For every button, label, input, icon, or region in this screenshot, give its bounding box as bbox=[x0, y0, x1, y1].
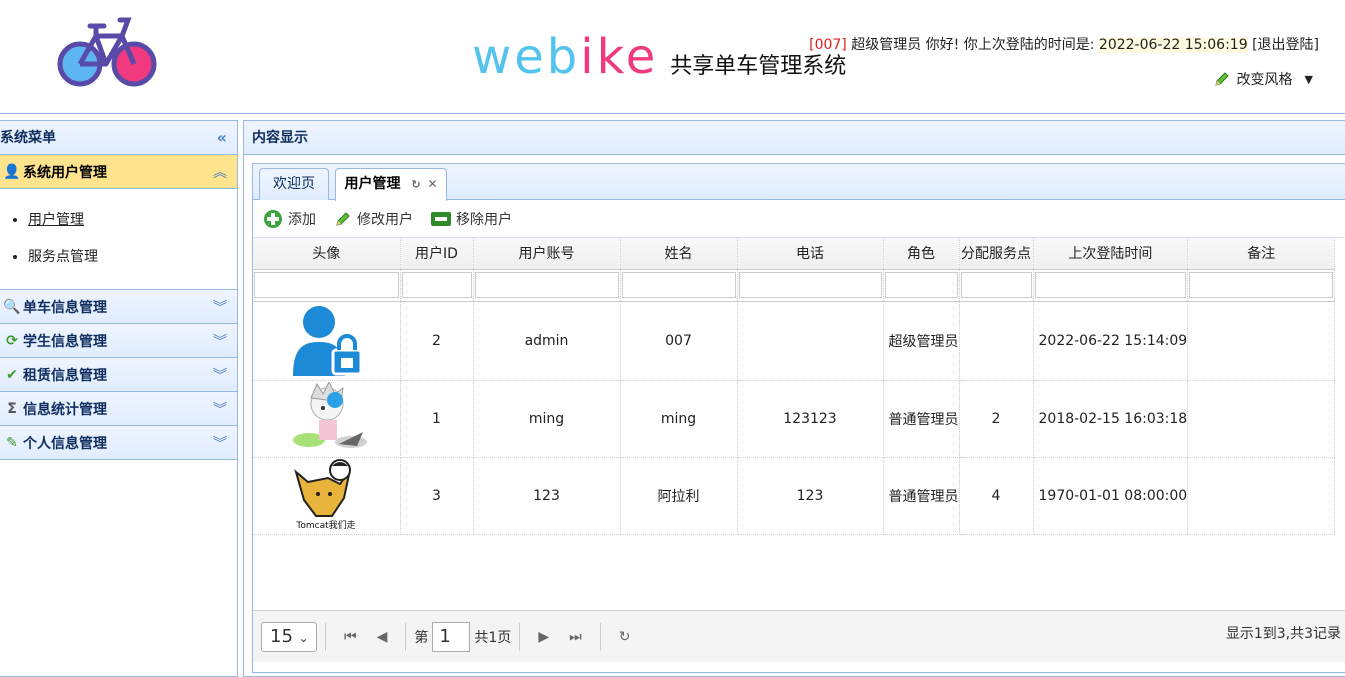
filter-name-input[interactable] bbox=[621, 272, 736, 298]
add-button[interactable]: 添加 bbox=[263, 209, 316, 229]
close-icon[interactable]: ✕ bbox=[427, 177, 437, 191]
filter-last-login-input[interactable] bbox=[1034, 272, 1187, 298]
toolbar: 添加 修改用户 移除用户 bbox=[253, 200, 1345, 238]
tabs-bar: 欢迎页 用户管理 ↻ ✕ bbox=[253, 164, 1345, 201]
sidebar-section-bike-info[interactable]: 🔍 单车信息管理 ︾ bbox=[0, 290, 237, 324]
first-page-icon[interactable]: ⏮ bbox=[344, 629, 357, 645]
sidebar-section-system-users[interactable]: 👤 系统用户管理 ︽ bbox=[0, 155, 237, 189]
content-title: 内容显示 bbox=[244, 121, 1345, 155]
edit-user-button[interactable]: 修改用户 bbox=[334, 209, 413, 229]
logout-link[interactable]: [退出登陆] bbox=[1252, 37, 1319, 53]
col-last-login[interactable]: 上次登陆时间 bbox=[1033, 238, 1189, 270]
tomcat-avatar: Tomcat我们走 bbox=[294, 458, 356, 531]
filter-row bbox=[253, 269, 1336, 302]
chevron-down-icon: ⌄ bbox=[298, 630, 309, 645]
col-name[interactable]: 姓名 bbox=[620, 238, 738, 270]
prev-page-icon[interactable]: ◀ bbox=[377, 629, 388, 645]
user-lock-avatar bbox=[293, 305, 363, 376]
last-login-time: 2022-06-22 15:06:19 bbox=[1098, 37, 1248, 53]
sigma-icon: Σ bbox=[7, 400, 17, 417]
page-prefix: 第 bbox=[414, 629, 429, 646]
sidebar-section-rental-info[interactable]: ✔ 租赁信息管理 ︾ bbox=[0, 358, 237, 392]
pencil-icon bbox=[336, 211, 350, 226]
refresh-icon: ⟳ bbox=[6, 332, 18, 349]
sidebar-title: 系统菜单 « bbox=[0, 121, 237, 155]
sidebar: 系统菜单 « 👤 系统用户管理 ︽ 用户管理 服务点管理 🔍 单车信息管理 ︾ … bbox=[0, 120, 238, 677]
brand-word: webike bbox=[472, 29, 659, 85]
sidebar-section-student-info[interactable]: ⟳ 学生信息管理 ︾ bbox=[0, 324, 237, 358]
chevron-up-icon[interactable]: ︽ bbox=[213, 162, 227, 182]
pencil-icon: ✎ bbox=[6, 434, 18, 451]
col-role[interactable]: 角色 bbox=[883, 238, 960, 270]
col-avatar[interactable]: 头像 bbox=[253, 238, 401, 270]
filter-station-input[interactable] bbox=[960, 272, 1032, 298]
chevron-down-icon[interactable]: ︾ bbox=[213, 331, 227, 351]
filter-user-id-input[interactable] bbox=[401, 272, 472, 298]
user-code: [007] bbox=[809, 37, 847, 53]
page-total: 共1页 bbox=[474, 629, 512, 646]
last-page-icon[interactable]: ⏭ bbox=[569, 629, 582, 645]
col-account[interactable]: 用户账号 bbox=[473, 238, 621, 270]
collapse-left-icon[interactable]: « bbox=[217, 121, 227, 155]
col-phone[interactable]: 电话 bbox=[737, 238, 884, 270]
add-icon bbox=[264, 209, 282, 228]
chevron-down-icon[interactable]: ︾ bbox=[213, 399, 227, 419]
col-note[interactable]: 备注 bbox=[1187, 238, 1336, 270]
chevron-down-icon[interactable]: ︾ bbox=[213, 365, 227, 385]
chevron-down-icon[interactable]: ︾ bbox=[213, 433, 227, 453]
sidebar-item-user-management[interactable]: 用户管理 bbox=[28, 207, 237, 244]
tab-user-management[interactable]: 用户管理 ↻ ✕ bbox=[335, 168, 447, 201]
refresh-icon[interactable]: ↻ bbox=[411, 178, 420, 191]
filter-role-input[interactable] bbox=[884, 272, 958, 298]
check-icon: ✔ bbox=[6, 366, 18, 383]
user-table: 头像 用户ID 用户账号 姓名 电话 角色 分配服务点 上次登陆时间 备注 2 … bbox=[253, 238, 1336, 535]
reload-icon[interactable]: ↻ bbox=[619, 629, 631, 645]
caret-down-icon: ▼ bbox=[1304, 72, 1313, 86]
change-style-menu[interactable]: 改变风格 ▼ bbox=[1213, 69, 1313, 89]
remove-icon bbox=[431, 211, 451, 226]
pagination-bar: 15 ⌄ ⏮ ◀ 第 1 共1页 ▶ ⏭ ↻ 显示1到3,共3记录 bbox=[253, 610, 1345, 662]
content-panel: 内容显示 欢迎页 用户管理 ↻ ✕ 添加 修改用户 移除用户 头像 用户ID 用… bbox=[243, 120, 1345, 677]
tab-welcome[interactable]: 欢迎页 bbox=[259, 168, 329, 200]
next-page-icon[interactable]: ▶ bbox=[538, 629, 549, 645]
filter-note-input[interactable] bbox=[1189, 272, 1334, 298]
page-size-select[interactable]: 15 ⌄ bbox=[261, 621, 317, 652]
sidebar-section-statistics[interactable]: Σ 信息统计管理 ︾ bbox=[0, 392, 237, 426]
greeting-text: 超级管理员 你好! 你上次登陆的时间是: bbox=[851, 37, 1095, 53]
page-number-input[interactable]: 1 bbox=[432, 621, 471, 652]
sidebar-section-body: 用户管理 服务点管理 bbox=[0, 189, 237, 290]
tomcat-caption: Tomcat我们走 bbox=[296, 519, 356, 530]
filter-phone-input[interactable] bbox=[738, 272, 882, 298]
filter-account-input[interactable] bbox=[474, 272, 619, 298]
anime-avatar bbox=[293, 380, 368, 448]
tabs-container: 欢迎页 用户管理 ↻ ✕ 添加 修改用户 移除用户 头像 用户ID 用户账号 姓… bbox=[252, 163, 1345, 673]
sidebar-section-personal-info[interactable]: ✎ 个人信息管理 ︾ bbox=[0, 426, 237, 460]
table-row[interactable]: 2 admin 007 超级管理员 2022-06-22 15:14:09 bbox=[253, 301, 1336, 381]
table-row[interactable]: 1 ming ming 123123 普通管理员 2 2018-02-15 16… bbox=[253, 380, 1336, 458]
chevron-down-icon[interactable]: ︾ bbox=[213, 297, 227, 317]
pager-info: 显示1到3,共3记录 bbox=[1225, 626, 1341, 642]
bike-logo-icon bbox=[57, 17, 157, 87]
col-user-id[interactable]: 用户ID bbox=[400, 238, 474, 270]
filter-avatar-input[interactable] bbox=[254, 272, 399, 298]
pencil-icon bbox=[1214, 72, 1229, 86]
table-row[interactable]: Tomcat我们走 3 123 阿拉利 123 普通管理员 4 1970-01-… bbox=[253, 457, 1336, 535]
login-info: [007] 超级管理员 你好! 你上次登陆的时间是: 2022-06-22 15… bbox=[809, 34, 1319, 54]
sidebar-item-service-points[interactable]: 服务点管理 bbox=[28, 244, 237, 281]
change-style-label: 改变风格 bbox=[1236, 72, 1293, 88]
header: webike 共享单车管理系统 [007] 超级管理员 你好! 你上次登陆的时间… bbox=[0, 0, 1345, 114]
search-icon: 🔍 bbox=[3, 298, 21, 315]
table-header-row: 头像 用户ID 用户账号 姓名 电话 角色 分配服务点 上次登陆时间 备注 bbox=[253, 238, 1336, 270]
remove-user-button[interactable]: 移除用户 bbox=[431, 209, 512, 229]
col-station[interactable]: 分配服务点 bbox=[959, 238, 1034, 270]
brand-title: webike 共享单车管理系统 bbox=[472, 30, 846, 84]
user-icon: 👤 bbox=[3, 163, 21, 180]
